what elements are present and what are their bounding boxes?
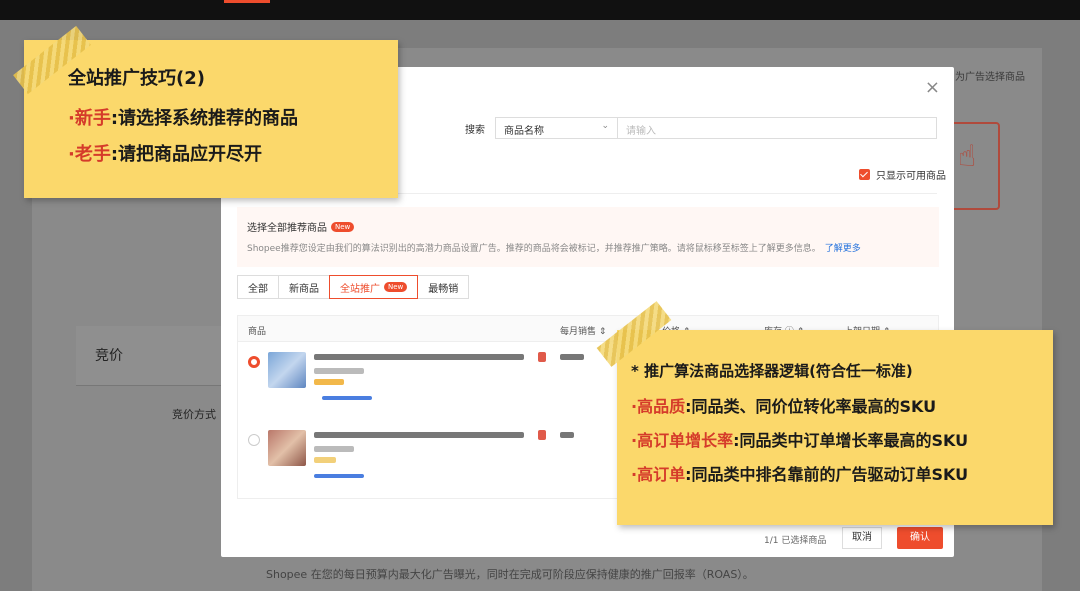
- criteria-line: ·高品质:同品类、同价位转化率最高的SKU: [631, 393, 1053, 417]
- only-available-label: 只显示可用商品: [876, 171, 946, 182]
- search-field-value: 商品名称: [504, 126, 544, 137]
- product-badge-blurred: [314, 457, 336, 463]
- hand-click-icon: ☝: [948, 122, 1000, 210]
- background-hint: 为广告选择商品: [955, 72, 1025, 83]
- chevron-down-icon: ⌄: [601, 121, 609, 131]
- criteria-text: :同品类中订单增长率最高的SKU: [733, 431, 969, 450]
- tip-prefix: ·新手: [68, 108, 111, 129]
- product-name-blurred: [314, 432, 524, 438]
- top-bar: [0, 0, 1080, 20]
- product-badge-blurred: [314, 379, 344, 385]
- criteria-line: ·高订单:同品类中排名靠前的广告驱动订单SKU: [631, 461, 1053, 485]
- bid-section-title: 竞价: [95, 348, 123, 364]
- radio-unselected[interactable]: [248, 434, 260, 446]
- radio-selected[interactable]: [248, 356, 260, 368]
- learn-more-link[interactable]: 了解更多: [825, 244, 861, 254]
- algorithm-title: * 推广算法商品选择器逻辑(符合任一标准): [631, 362, 913, 380]
- monthly-sales-blurred: [560, 432, 574, 438]
- criteria-prefix: ·高订单: [631, 465, 686, 484]
- criteria-prefix: ·高订单增长率: [631, 431, 734, 450]
- product-thumbnail: [268, 430, 306, 466]
- product-link-blurred: [322, 396, 372, 400]
- background-footer-text: Shopee 在您的每日预算内最大化广告曝光，同时在完成可阶段应保持健康的推广回…: [266, 568, 754, 581]
- monthly-sales-blurred: [560, 354, 584, 360]
- tab-new-products[interactable]: 新商品: [278, 275, 330, 299]
- product-variant-blurred: [314, 446, 354, 452]
- bid-mode-label: 竞价方式: [172, 408, 216, 421]
- new-badge: New: [331, 221, 355, 232]
- tab-site-promotion[interactable]: 全站推广 New: [329, 275, 419, 299]
- tab-label: 新商品: [289, 283, 319, 295]
- recommend-title-text: 选择全部推荐商品: [247, 223, 327, 234]
- recommend-description-text: Shopee推荐您设定由我们的算法识别出的高潜力商品设置广告。推荐的商品将会被标…: [247, 244, 821, 254]
- cancel-button[interactable]: 取消: [842, 527, 882, 549]
- tab-label: 全站推广: [340, 283, 380, 295]
- tip-prefix: ·老手: [68, 144, 111, 165]
- selected-count: 1/1 已选择商品: [764, 536, 827, 546]
- search-row: 搜索 商品名称 ⌄ 请输入: [465, 117, 937, 139]
- algorithm-sticky-note: * 推广算法商品选择器逻辑(符合任一标准) ·高品质:同品类、同价位转化率最高的…: [617, 330, 1053, 525]
- tab-best-sellers[interactable]: 最畅销: [417, 275, 470, 299]
- product-link-blurred: [314, 474, 364, 478]
- only-available-checkbox[interactable]: 只显示可用商品: [859, 167, 946, 182]
- tip-text: :请把商品应开尽开: [110, 144, 263, 165]
- product-tag-icon: [538, 352, 546, 362]
- criteria-text: :同品类、同价位转化率最高的SKU: [685, 397, 937, 416]
- col-monthly-sales[interactable]: 每月销售 ⇕: [560, 324, 606, 337]
- criteria-text: :同品类中排名靠前的广告驱动订单SKU: [685, 465, 969, 484]
- close-icon[interactable]: ×: [925, 77, 940, 98]
- recommend-description: Shopee推荐您设定由我们的算法识别出的高潜力商品设置广告。推荐的商品将会被标…: [247, 241, 861, 254]
- tips-title: 全站推广技巧(2): [68, 68, 205, 89]
- recommend-banner: 选择全部推荐商品 New Shopee推荐您设定由我们的算法识别出的高潜力商品设…: [237, 207, 939, 267]
- search-field-select[interactable]: 商品名称 ⌄: [495, 117, 617, 139]
- checkbox-checked-icon: [859, 169, 870, 180]
- tips-sticky-note: 全站推广技巧(2) ·新手:请选择系统推荐的商品 ·老手:请把商品应开尽开: [24, 40, 398, 198]
- new-badge: New: [384, 282, 408, 292]
- confirm-button[interactable]: 确认: [897, 527, 943, 549]
- product-variant-blurred: [314, 368, 364, 374]
- tip-text: :请选择系统推荐的商品: [110, 108, 299, 129]
- top-bar-accent: [224, 0, 270, 3]
- product-thumbnail: [268, 352, 306, 388]
- tab-all[interactable]: 全部: [237, 275, 279, 299]
- search-input[interactable]: 请输入: [617, 117, 937, 139]
- tip-line-beginner: ·新手:请选择系统推荐的商品: [68, 104, 398, 130]
- recommend-title[interactable]: 选择全部推荐商品 New: [247, 219, 355, 234]
- tab-label: 最畅销: [428, 283, 459, 295]
- product-tag-icon: [538, 430, 546, 440]
- criteria-prefix: ·高品质: [631, 397, 686, 416]
- tab-label: 全部: [248, 283, 268, 295]
- product-name-blurred: [314, 354, 524, 360]
- search-label: 搜索: [465, 124, 485, 136]
- tip-line-expert: ·老手:请把商品应开尽开: [68, 140, 398, 166]
- col-product: 商品: [248, 327, 267, 337]
- product-tabs: 全部 新商品 全站推广 New 最畅销: [237, 275, 470, 299]
- criteria-line: ·高订单增长率:同品类中订单增长率最高的SKU: [631, 427, 1053, 451]
